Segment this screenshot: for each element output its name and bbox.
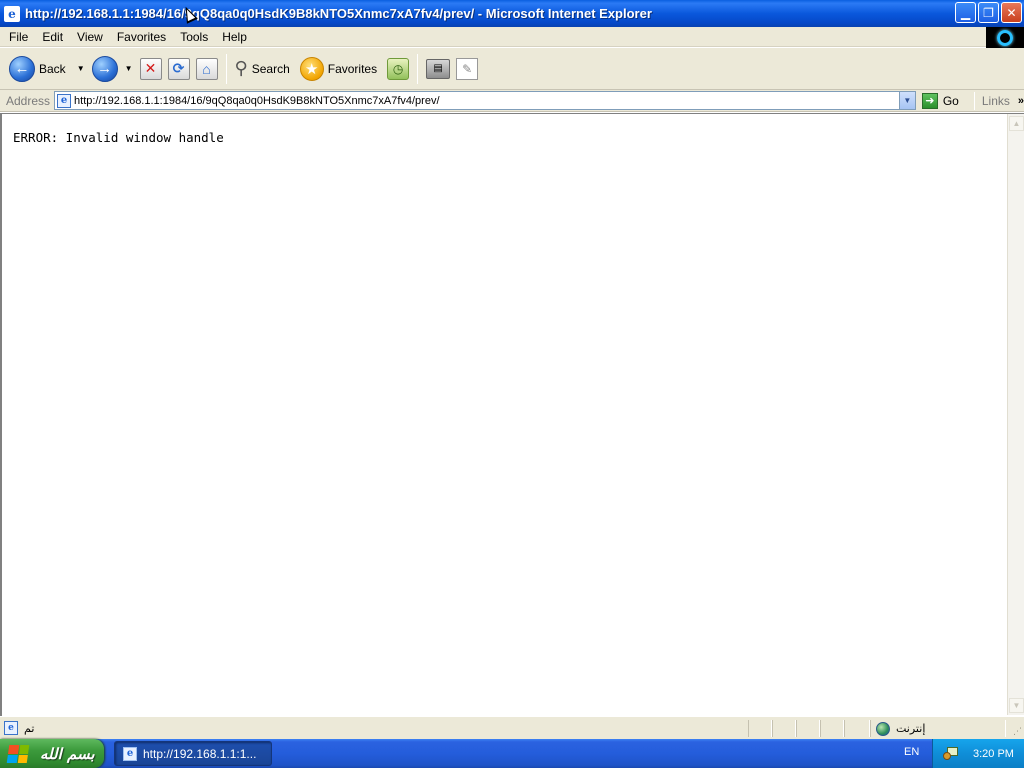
status-bar: e تم إنترنت ⋰ bbox=[0, 716, 1024, 739]
search-icon: ⚲ bbox=[234, 58, 248, 78]
status-text: تم bbox=[24, 722, 35, 735]
window-controls: ▁ ❐ ✕ bbox=[955, 2, 1022, 23]
address-label: Address bbox=[6, 93, 51, 108]
window-title: http://192.168.1.1:1984/16/9qQ8qa0q0HsdK… bbox=[25, 6, 652, 21]
history-button[interactable]: ◷ bbox=[384, 52, 412, 86]
toolbar: ← Back ▼ → ▼ ✕ ⟳ ⌂ ⚲ Search ★ Favorites … bbox=[0, 48, 1024, 90]
links-button[interactable]: Links bbox=[982, 94, 1010, 108]
menu-bar: File Edit View Favorites Tools Help bbox=[0, 27, 1024, 49]
vertical-scrollbar[interactable]: ▲ ▼ bbox=[1007, 114, 1024, 715]
forward-dropdown-icon[interactable]: ▼ bbox=[125, 64, 133, 73]
title-bar[interactable]: e http://192.168.1.1:1984/16/9qQ8qa0q0Hs… bbox=[0, 0, 1024, 27]
status-page-icon: e bbox=[4, 721, 18, 735]
home-icon: ⌂ bbox=[195, 57, 218, 80]
clock[interactable]: 3:20 PM bbox=[973, 748, 1014, 760]
zone-text: إنترنت bbox=[896, 723, 926, 735]
status-panel bbox=[772, 720, 796, 737]
start-label: بسم الله bbox=[40, 744, 95, 763]
print-button[interactable]: ▤ bbox=[423, 52, 453, 86]
refresh-icon: ⟳ bbox=[167, 57, 190, 80]
links-separator bbox=[973, 91, 975, 110]
address-url[interactable]: http://192.168.1.1:1984/16/9qQ8qa0q0HsdK… bbox=[74, 95, 439, 107]
menu-help[interactable]: Help bbox=[215, 30, 254, 44]
globe-icon bbox=[876, 721, 890, 736]
scroll-down-icon[interactable]: ▼ bbox=[1009, 698, 1024, 713]
back-label: Back bbox=[39, 61, 66, 76]
menu-view[interactable]: View bbox=[70, 30, 110, 44]
status-panel bbox=[820, 720, 844, 737]
refresh-button[interactable]: ⟳ bbox=[165, 52, 193, 86]
close-button[interactable]: ✕ bbox=[1001, 2, 1022, 23]
stop-icon: ✕ bbox=[139, 57, 162, 80]
status-panel bbox=[796, 720, 820, 737]
throbber-logo bbox=[986, 27, 1024, 49]
menu-edit[interactable]: Edit bbox=[35, 30, 70, 44]
windows-flag-icon bbox=[6, 744, 30, 763]
address-dropdown-icon[interactable]: ▼ bbox=[898, 92, 915, 109]
favorites-icon: ★ bbox=[299, 56, 324, 81]
back-icon: ← bbox=[9, 55, 35, 82]
network-tray-icon[interactable] bbox=[943, 746, 959, 762]
taskbar-item-ie[interactable]: e http://192.168.1.1:1... bbox=[114, 741, 272, 766]
start-button[interactable]: بسم الله bbox=[0, 739, 104, 768]
error-message: ERROR: Invalid window handle bbox=[13, 130, 224, 145]
page-content: ERROR: Invalid window handle ▲ ▼ bbox=[0, 113, 1024, 716]
stop-button[interactable]: ✕ bbox=[137, 52, 165, 86]
favorites-label: Favorites bbox=[327, 61, 378, 76]
resize-grip-icon[interactable]: ⋰ bbox=[1013, 726, 1022, 737]
menu-tools[interactable]: Tools bbox=[173, 30, 215, 44]
restore-button[interactable]: ❐ bbox=[978, 2, 999, 23]
address-input[interactable]: e http://192.168.1.1:1984/16/9qQ8qa0q0Hs… bbox=[54, 91, 916, 110]
go-icon: ➜ bbox=[921, 92, 938, 109]
favorites-button[interactable]: ★ Favorites bbox=[297, 52, 384, 86]
system-tray: 3:20 PM bbox=[932, 739, 1024, 768]
links-chevron-icon[interactable]: » bbox=[1018, 95, 1024, 107]
taskbar: بسم الله e http://192.168.1.1:1... EN 3:… bbox=[0, 739, 1024, 768]
status-panel bbox=[844, 720, 870, 737]
language-indicator[interactable]: EN bbox=[904, 746, 919, 758]
back-dropdown-icon[interactable]: ▼ bbox=[77, 64, 85, 73]
search-label: Search bbox=[251, 61, 290, 76]
edit-icon: ✎ bbox=[456, 57, 479, 80]
menu-file[interactable]: File bbox=[0, 30, 35, 44]
menu-favorites[interactable]: Favorites bbox=[110, 30, 173, 44]
page-icon: e bbox=[57, 93, 72, 108]
forward-button[interactable]: → bbox=[89, 52, 121, 86]
search-button[interactable]: ⚲ Search bbox=[232, 52, 297, 86]
toolbar-separator bbox=[225, 53, 227, 84]
go-button[interactable]: ➜ Go bbox=[921, 92, 959, 109]
address-bar: Address e http://192.168.1.1:1984/16/9qQ… bbox=[0, 90, 1024, 112]
history-icon: ◷ bbox=[387, 57, 410, 80]
back-button[interactable]: ← Back bbox=[6, 52, 73, 86]
security-zone: إنترنت bbox=[876, 719, 925, 738]
forward-icon: → bbox=[91, 55, 118, 82]
toolbar-separator bbox=[417, 53, 419, 84]
taskbar-item-label: http://192.168.1.1:1... bbox=[143, 746, 257, 761]
throbber-ring-icon bbox=[997, 30, 1013, 46]
go-label: Go bbox=[942, 93, 959, 108]
status-panel bbox=[748, 720, 772, 737]
minimize-button[interactable]: ▁ bbox=[955, 2, 976, 23]
scroll-up-icon[interactable]: ▲ bbox=[1009, 116, 1024, 131]
edit-button[interactable]: ✎ bbox=[453, 52, 481, 86]
ie-app-icon[interactable]: e bbox=[4, 5, 20, 22]
print-icon: ▤ bbox=[426, 58, 451, 79]
ie-task-icon: e bbox=[123, 746, 137, 761]
home-button[interactable]: ⌂ bbox=[193, 52, 221, 86]
